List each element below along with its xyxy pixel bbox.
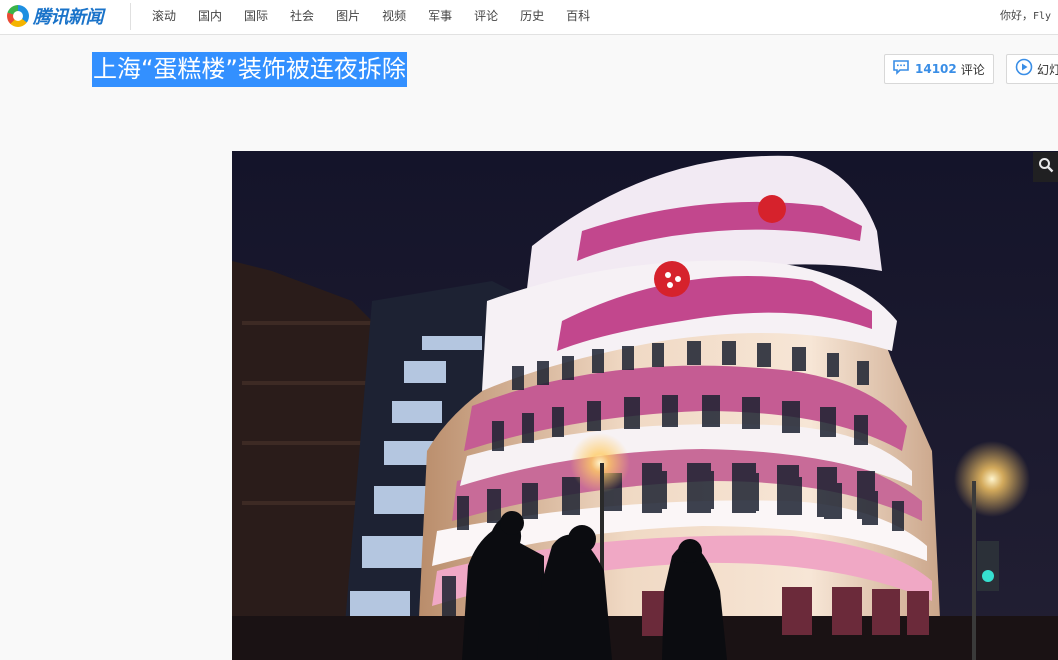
nav-item-video[interactable]: 视频	[382, 7, 406, 24]
article-title: 上海“蛋糕楼”装饰被连夜拆除	[92, 52, 407, 87]
nav-item-international[interactable]: 国际	[244, 7, 268, 24]
greeting-text: 你好，	[1000, 9, 1033, 22]
nav-item-encyclopedia[interactable]: 百科	[566, 7, 590, 24]
comment-label: 评论	[960, 62, 985, 77]
nav-item-commentary[interactable]: 评论	[474, 7, 498, 24]
nav-item-history[interactable]: 历史	[520, 7, 544, 24]
user-greeting: 你好，Fly	[1000, 7, 1051, 23]
comment-icon	[893, 59, 909, 79]
nav-item-military[interactable]: 军事	[428, 7, 452, 24]
search-icon	[1038, 157, 1054, 177]
nav-item-pictures[interactable]: 图片	[336, 7, 360, 24]
user-name[interactable]: Fly	[1033, 11, 1051, 22]
site-logo[interactable]: 腾讯新闻	[7, 3, 104, 29]
slideshow-label: 幻灯	[1037, 62, 1058, 77]
nav-item-domestic[interactable]: 国内	[198, 7, 222, 24]
comment-button[interactable]: 14102 评论	[884, 54, 994, 84]
nav-item-scroll[interactable]: 滚动	[152, 7, 176, 24]
play-icon	[1015, 58, 1033, 80]
divider	[130, 3, 131, 30]
channel-nav: 滚动 国内 国际 社会 图片 视频 军事 评论 历史 百科	[152, 0, 612, 30]
article-photo[interactable]	[232, 151, 1058, 660]
top-bar: 腾讯新闻 滚动 国内 国际 社会 图片 视频 军事 评论 历史 百科 你好，Fl…	[0, 0, 1058, 35]
nav-item-society[interactable]: 社会	[290, 7, 314, 24]
comment-count: 14102	[915, 62, 957, 76]
logo-text: 腾讯新闻	[33, 7, 104, 28]
logo-icon	[7, 5, 29, 27]
zoom-button[interactable]	[1033, 152, 1058, 182]
slideshow-button[interactable]: 幻灯	[1006, 54, 1058, 84]
